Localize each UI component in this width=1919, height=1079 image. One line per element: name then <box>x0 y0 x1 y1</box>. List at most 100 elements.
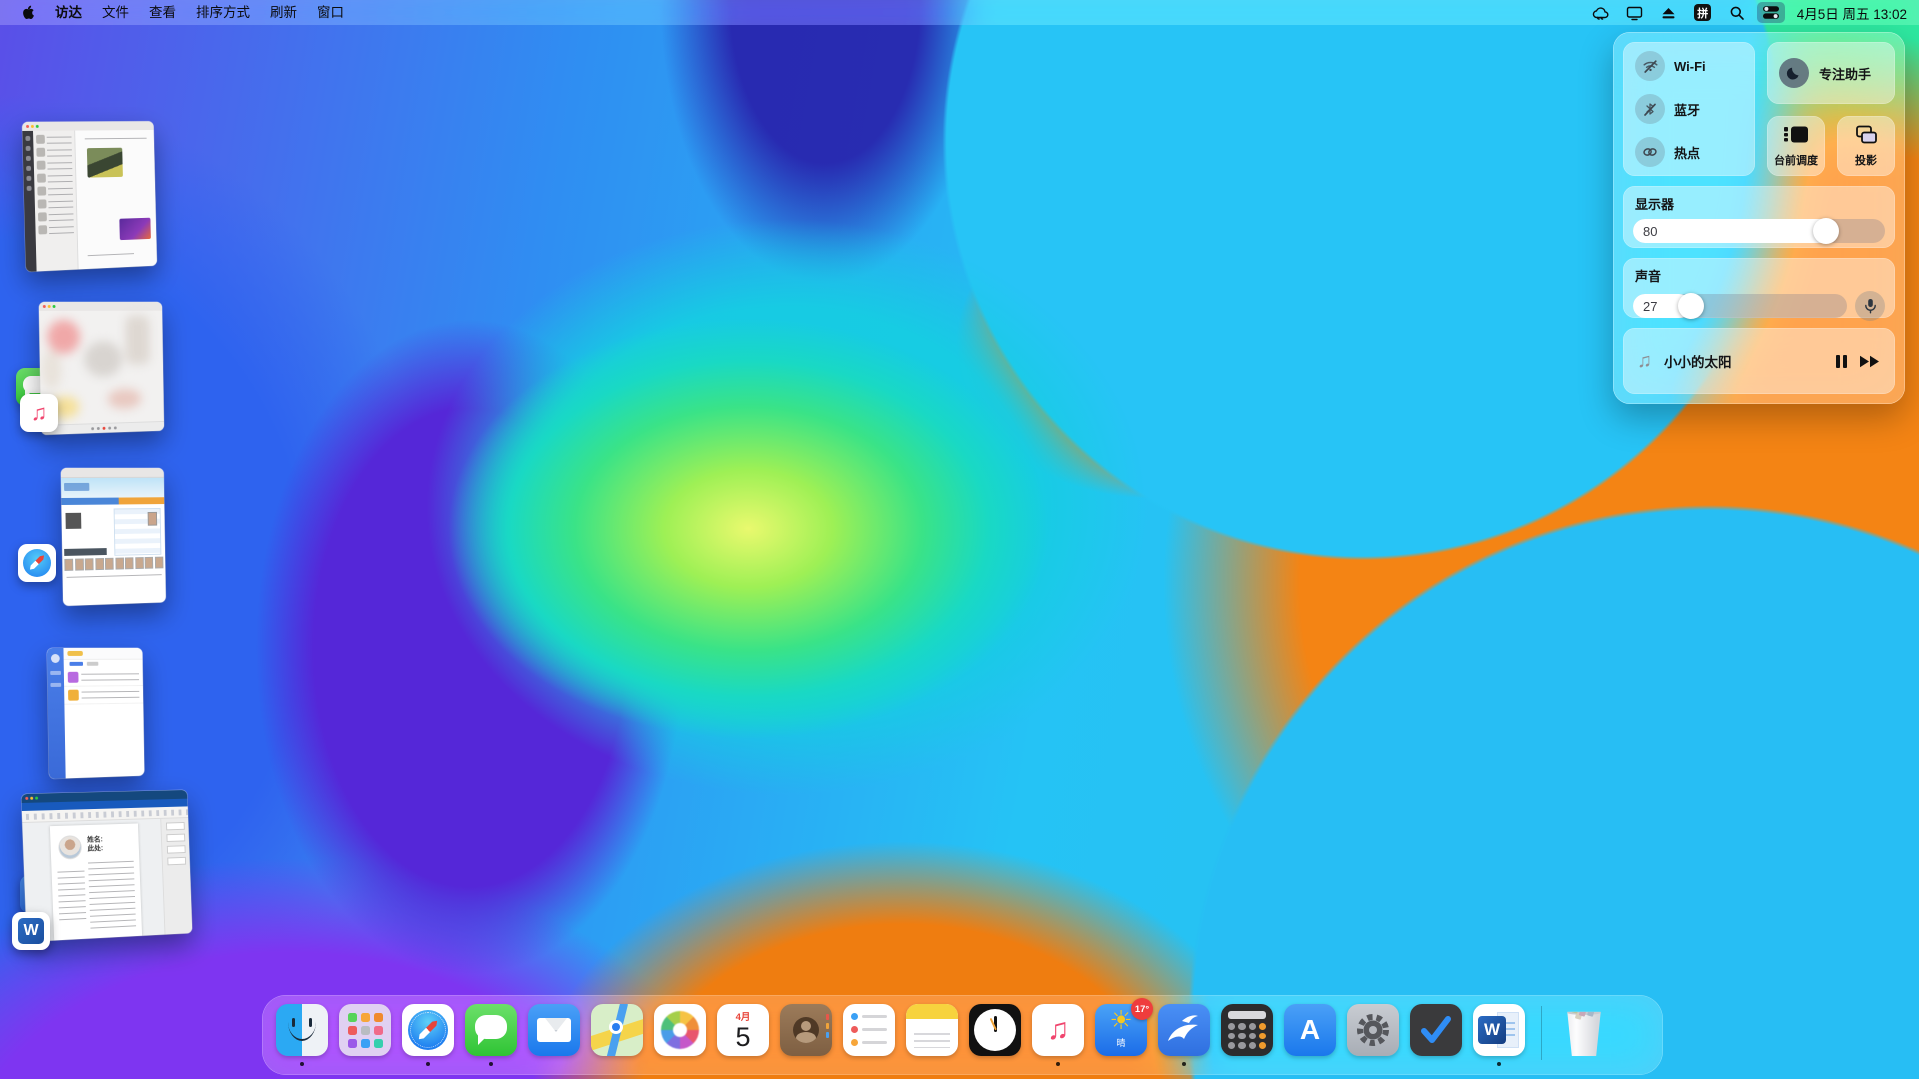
dock-trash-icon[interactable] <box>1558 1004 1610 1056</box>
word-app-badge-icon: W <box>12 912 50 950</box>
menu-file[interactable]: 文件 <box>92 0 139 25</box>
thunder-bird-icon <box>1158 1004 1210 1056</box>
bluetooth-icon <box>1635 94 1665 124</box>
sound-volume-slider[interactable]: 27 <box>1633 294 1847 318</box>
pause-button[interactable] <box>1836 355 1847 368</box>
chat-content <box>75 130 157 269</box>
dock-notes-icon[interactable] <box>906 1004 958 1056</box>
display-brightness-slider[interactable]: 80 <box>1633 219 1885 243</box>
running-indicator <box>426 1062 430 1066</box>
word-document-page: 姓名: 此处: <box>50 823 142 940</box>
webpage-header <box>61 478 164 498</box>
sound-value: 27 <box>1643 299 1657 314</box>
weather-condition-label: 晴 <box>1116 1036 1125 1049</box>
apple-menu-icon[interactable] <box>20 4 35 21</box>
skip-forward-button[interactable] <box>1859 355 1881 368</box>
dock-safari-icon[interactable] <box>402 1004 454 1056</box>
menu-window[interactable]: 窗口 <box>307 0 354 25</box>
thunder-window-preview <box>47 648 145 779</box>
display-card: 显示器 80 <box>1623 186 1895 248</box>
chat-photo <box>119 218 151 240</box>
control-center-icon[interactable] <box>1757 2 1785 23</box>
resume-photo <box>58 835 82 860</box>
display-icon[interactable] <box>1621 2 1649 23</box>
dock-settings-icon[interactable] <box>1347 1004 1399 1056</box>
connectivity-card: Wi-Fi 蓝牙 热点 <box>1623 42 1755 176</box>
dock-mail-icon[interactable] <box>528 1004 580 1056</box>
messages-window-preview <box>22 121 157 272</box>
dock: 4月 5 ♫ 17° ☀ 晴 <box>262 995 1663 1075</box>
menu-bar-clock[interactable]: 4月5日 周五 13:02 <box>1797 3 1907 23</box>
running-indicator <box>1182 1062 1186 1066</box>
window-thumbnail-music[interactable]: ♫ <box>40 302 170 435</box>
microphone-button[interactable] <box>1855 291 1885 321</box>
running-indicator <box>1056 1062 1060 1066</box>
stage-manager-icon <box>1783 124 1809 146</box>
now-playing-card[interactable]: ♫ 小小的太阳 <box>1623 328 1895 394</box>
dock-maps-icon[interactable] <box>591 1004 643 1056</box>
dock-separator <box>1541 1006 1542 1060</box>
dock-weather-icon[interactable]: 17° ☀ 晴 <box>1095 1004 1147 1056</box>
menu-sort[interactable]: 排序方式 <box>186 0 260 25</box>
dock-launchpad-icon[interactable] <box>339 1004 391 1056</box>
dock-messages-icon[interactable] <box>465 1004 517 1056</box>
moon-icon <box>1779 58 1809 88</box>
appstore-letter: A <box>1300 1014 1320 1046</box>
dock-music-icon[interactable]: ♫ <box>1032 1004 1084 1056</box>
word-letter: W <box>1478 1016 1506 1044</box>
dock-finder-icon[interactable] <box>276 1004 328 1056</box>
hotspot-label: 热点 <box>1674 143 1700 162</box>
microphone-icon <box>1864 298 1877 314</box>
pinyin-label: 拼 <box>1694 4 1711 21</box>
dock-calculator-icon[interactable] <box>1221 1004 1273 1056</box>
dock-word-icon[interactable]: W <box>1473 1004 1525 1056</box>
chat-photo <box>87 148 123 178</box>
menu-view[interactable]: 查看 <box>139 0 186 25</box>
dock-reminders-icon[interactable] <box>843 1004 895 1056</box>
hotspot-link-icon <box>1635 137 1665 167</box>
screen-mirroring-button[interactable]: 投影 <box>1837 116 1895 176</box>
bluetooth-toggle[interactable]: 蓝牙 <box>1635 94 1755 124</box>
weather-temperature-badge: 17° <box>1131 998 1153 1020</box>
dock-contacts-icon[interactable] <box>780 1004 832 1056</box>
menu-refresh[interactable]: 刷新 <box>260 0 307 25</box>
dock-clock-icon[interactable] <box>969 1004 1021 1056</box>
dock-photos-icon[interactable] <box>654 1004 706 1056</box>
bluetooth-label: 蓝牙 <box>1674 100 1700 119</box>
running-indicator <box>489 1062 493 1066</box>
sound-slider-knob[interactable] <box>1678 293 1704 319</box>
cloud-icon[interactable] <box>1587 2 1615 23</box>
window-thumbnail-messages[interactable] <box>24 122 164 310</box>
menu-bar-left: 访达 文件 查看 排序方式 刷新 窗口 <box>20 0 354 25</box>
focus-toggle[interactable]: 专注助手 <box>1767 42 1895 104</box>
input-method-icon[interactable]: 拼 <box>1689 2 1717 23</box>
checkmark-icon <box>1420 1016 1452 1044</box>
eject-icon[interactable] <box>1655 2 1683 23</box>
wifi-toggle[interactable]: Wi-Fi <box>1635 51 1755 81</box>
resume-heading: 姓名: 此处: <box>87 835 103 853</box>
hotspot-toggle[interactable]: 热点 <box>1635 137 1755 167</box>
search-icon[interactable] <box>1723 2 1751 23</box>
wifi-label: Wi-Fi <box>1674 59 1706 74</box>
stage-manager-button[interactable]: 台前调度 <box>1767 116 1825 176</box>
dock-appstore-icon[interactable]: A <box>1284 1004 1336 1056</box>
control-center-panel: Wi-Fi 蓝牙 热点 <box>1613 32 1905 404</box>
now-playing-title: 小小的太阳 <box>1664 351 1824 371</box>
webpage-content <box>61 504 165 583</box>
safari-window-preview <box>61 468 166 606</box>
sun-icon: ☀ <box>1109 1004 1132 1036</box>
menu-finder[interactable]: 访达 <box>45 0 92 25</box>
window-thumbnail-safari[interactable] <box>62 468 170 606</box>
dock-thunder-icon[interactable] <box>1158 1004 1210 1056</box>
display-slider-knob[interactable] <box>1813 218 1839 244</box>
window-thumbnail-word[interactable]: 姓名: 此处: W <box>24 794 198 942</box>
stage-manager-label: 台前调度 <box>1774 152 1818 168</box>
word-side-panel <box>160 818 192 935</box>
dock-things-icon[interactable] <box>1410 1004 1462 1056</box>
calendar-month-label: 4月 <box>736 1009 751 1023</box>
dock-calendar-icon[interactable]: 4月 5 <box>717 1004 769 1056</box>
gear-icon <box>1353 1010 1393 1050</box>
display-value: 80 <box>1643 224 1657 239</box>
screen-mirroring-icon <box>1853 124 1879 146</box>
safari-app-badge-icon <box>18 544 56 582</box>
